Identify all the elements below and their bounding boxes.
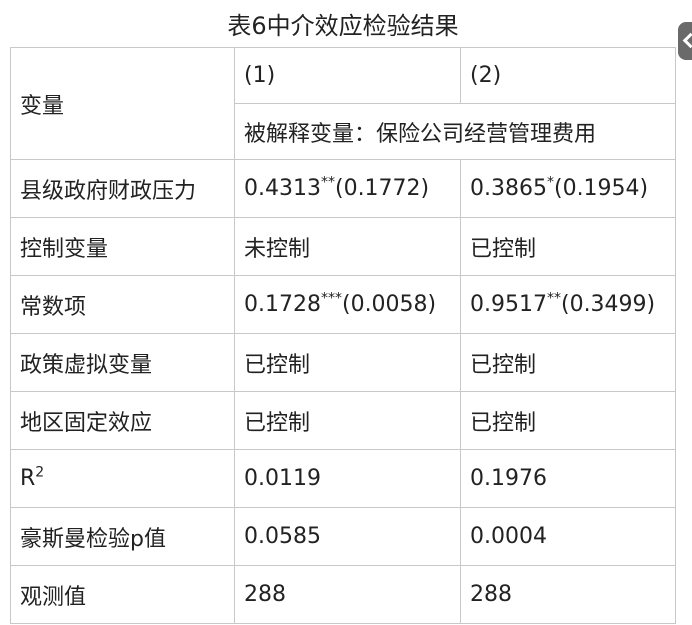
cell-value: 0.1976 — [460, 449, 676, 508]
cell-value: 已控制 — [460, 217, 676, 276]
table-row: 地区固定效应 已控制 已控制 — [10, 391, 676, 450]
significance-stars: *** — [320, 290, 342, 307]
cell-value: 0.1728***(0.0058) — [234, 275, 461, 334]
table-row: 县级政府财政压力 0.4313**(0.1772) 0.3865*(0.1954… — [10, 159, 676, 218]
chevron-left-icon[interactable] — [678, 22, 692, 60]
cell-value: 0.0004 — [460, 507, 676, 566]
cell-value: 0.3865*(0.1954) — [460, 159, 676, 218]
table-row: 豪斯曼检验p值 0.0585 0.0004 — [10, 507, 676, 566]
cell-value: 已控制 — [460, 333, 676, 392]
dependent-variable-header: 被解释变量：保险公司经营管理费用 — [234, 103, 676, 160]
cell-value: 0.0119 — [234, 449, 461, 508]
row-label: 政策虚拟变量 — [10, 333, 235, 392]
table-row: 政策虚拟变量 已控制 已控制 — [10, 333, 676, 392]
cell-value: 未控制 — [234, 217, 461, 276]
cell-value: 0.0585 — [234, 507, 461, 566]
row-label: 控制变量 — [10, 217, 235, 276]
row-label: 常数项 — [10, 275, 235, 334]
cell-value: 0.9517**(0.3499) — [460, 275, 676, 334]
row-label: 地区固定效应 — [10, 391, 235, 450]
row-label: 县级政府财政压力 — [10, 159, 235, 218]
row-label: 观测值 — [10, 565, 235, 624]
table-row: 观测值 288 288 — [10, 565, 676, 624]
table-row: R2 0.0119 0.1976 — [10, 449, 676, 508]
column-header-1: (1) — [234, 47, 461, 104]
cell-value: 已控制 — [460, 391, 676, 450]
header-row-columns: 变量 (1) (2) — [10, 47, 676, 160]
cell-value: 288 — [234, 565, 461, 624]
significance-stars: ** — [546, 290, 561, 307]
significance-stars: * — [546, 174, 554, 191]
cell-value: 已控制 — [234, 391, 461, 450]
column-header-2: (2) — [460, 47, 676, 104]
table-row: 常数项 0.1728***(0.0058) 0.9517**(0.3499) — [10, 275, 676, 334]
superscript: 2 — [35, 464, 45, 481]
significance-stars: ** — [320, 174, 335, 191]
cell-value: 0.4313**(0.1772) — [234, 159, 461, 218]
table-caption: 表6中介效应检验结果 — [227, 12, 459, 40]
row-label: 豪斯曼检验p值 — [10, 507, 235, 566]
cell-value: 已控制 — [234, 333, 461, 392]
results-table: 变量 (1) (2) 被解释变量：保险公司经营管理费用 县级政府财政压力 0.4… — [10, 47, 676, 624]
cell-value: 288 — [460, 565, 676, 624]
row-label: R2 — [10, 449, 235, 508]
corner-cell: 变量 — [10, 47, 235, 160]
table-row: 控制变量 未控制 已控制 — [10, 217, 676, 276]
